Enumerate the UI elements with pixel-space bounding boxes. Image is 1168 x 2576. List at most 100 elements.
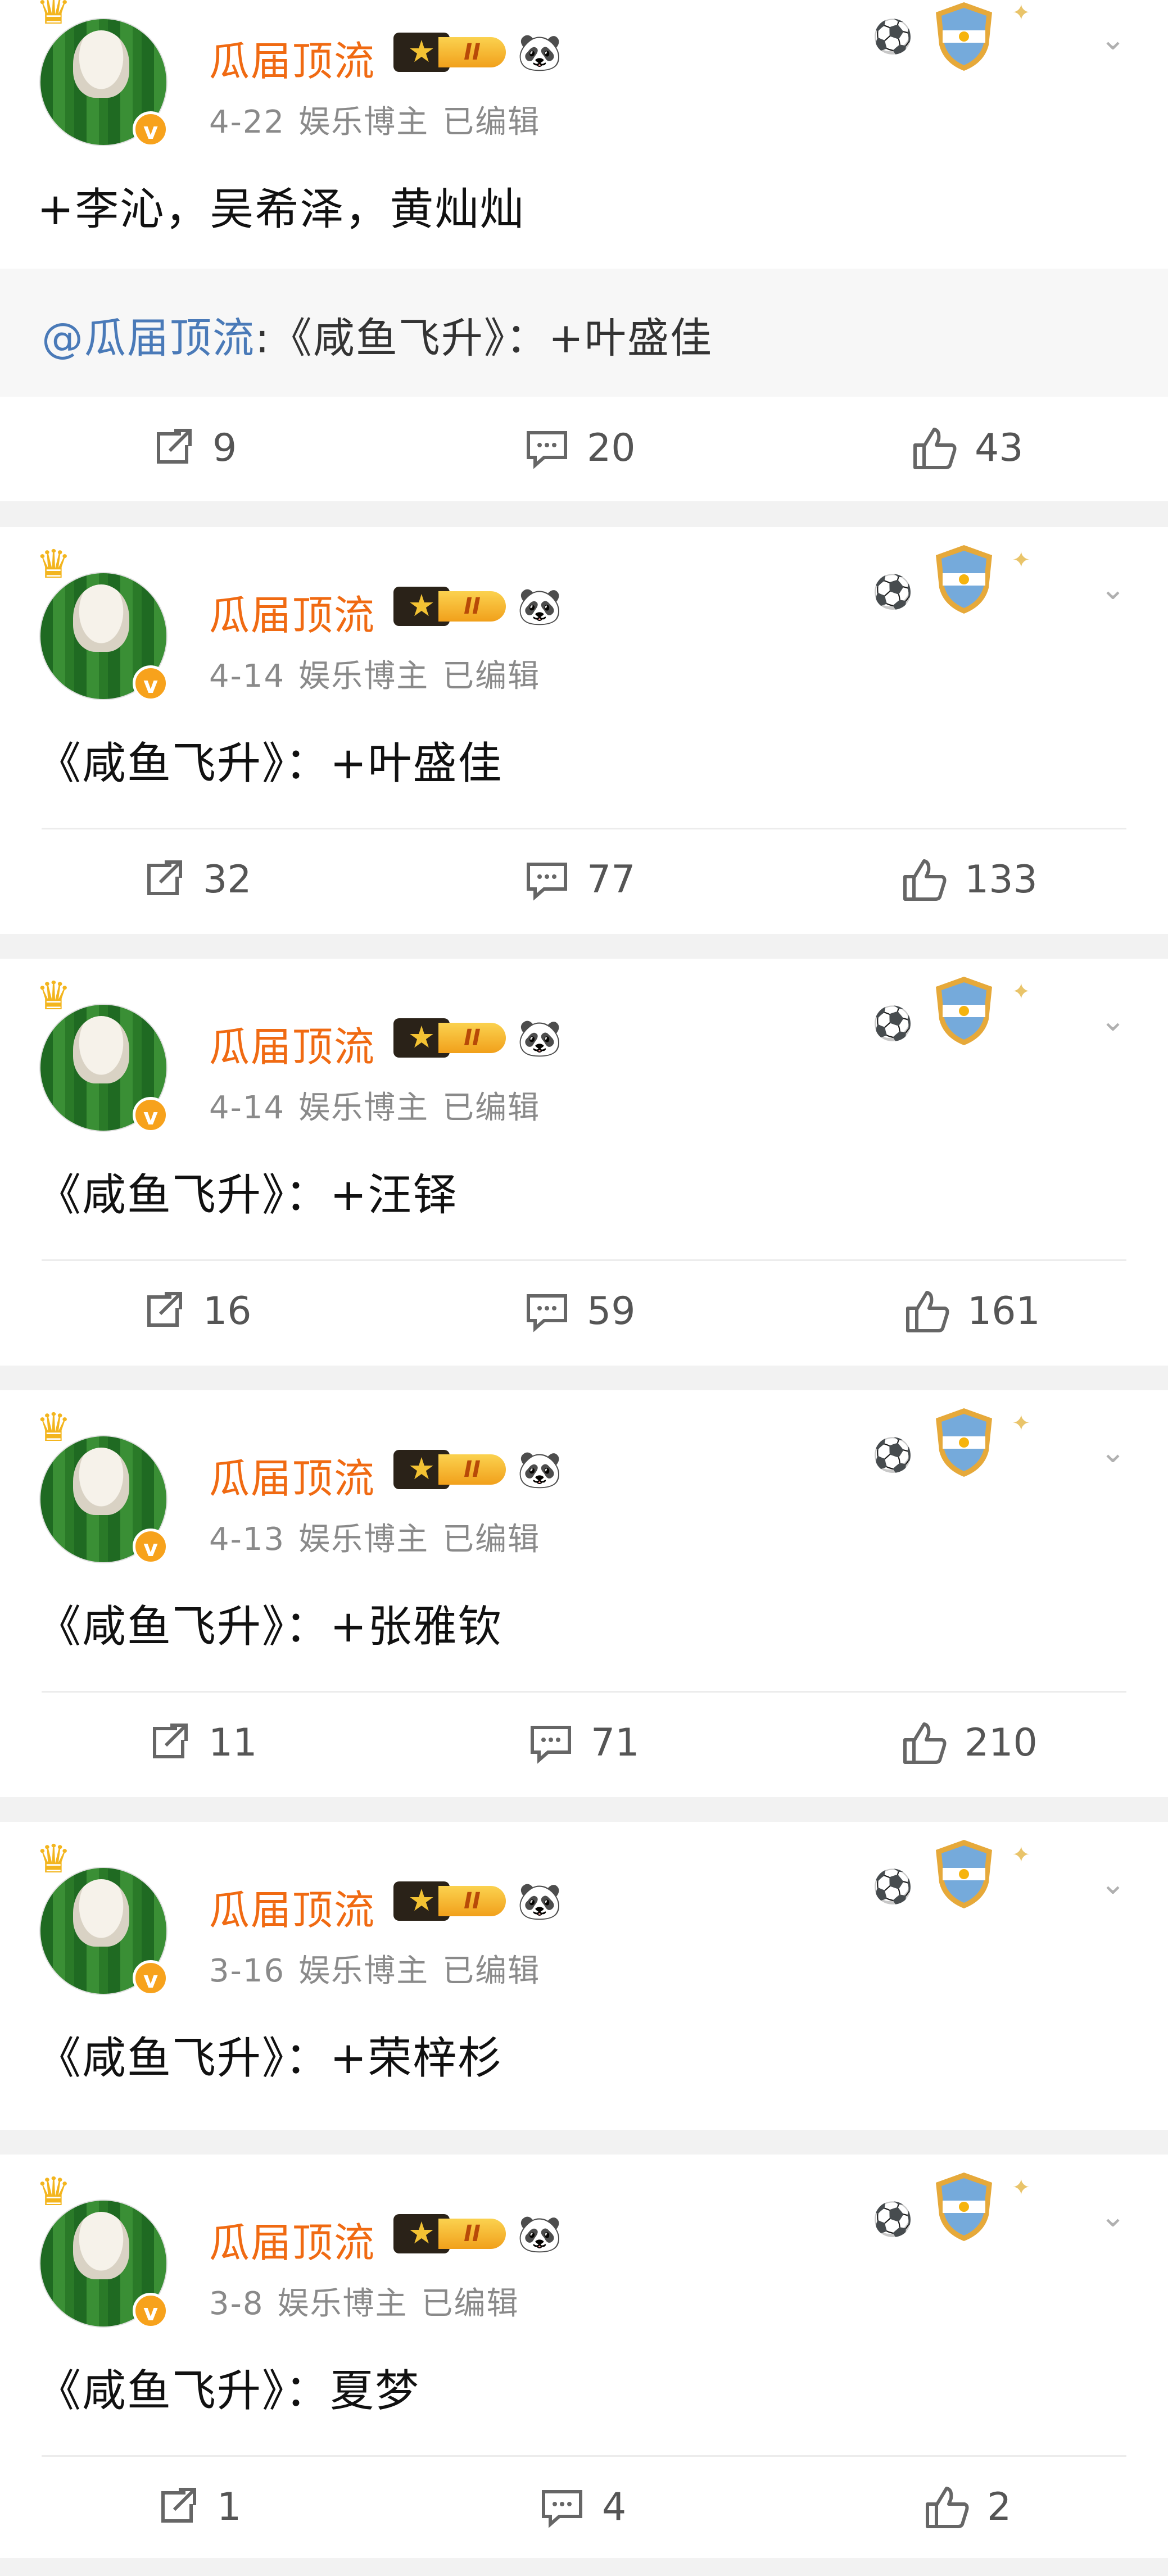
sparkle-icon: ✦: [1012, 1842, 1031, 1868]
post-date: 3-8: [209, 2285, 264, 2322]
soccer-ball-icon[interactable]: ⚽: [872, 1867, 913, 1906]
avatar[interactable]: ♛ v: [36, 0, 169, 147]
comment-count: 4: [602, 2484, 627, 2529]
repost-icon: [138, 1286, 188, 1336]
repost-icon: [143, 1717, 194, 1768]
comment-icon: [522, 423, 572, 473]
like-button[interactable]: 161: [902, 1286, 1040, 1336]
chevron-down-icon[interactable]: ⌄: [1090, 572, 1135, 606]
verified-v-icon: v: [133, 1529, 169, 1564]
post-card[interactable]: ♛ v 瓜届顶流 ★ II 🐼 4-13 娱乐博主 已编辑 ⚽ ✦ ⌄ 《咸鱼飞升》…: [0, 1390, 1168, 1797]
comment-icon: [537, 2482, 587, 2532]
chevron-down-icon[interactable]: ⌄: [1090, 22, 1135, 56]
post-card[interactable]: ♛ v 瓜届顶流 ★ II 🐼 4-22 娱乐博主 已编辑 ⚽ ✦ ⌄ +李沁，吴希…: [0, 0, 1168, 501]
repost-count: 16: [203, 1289, 252, 1334]
author-name[interactable]: 瓜届顶流: [209, 1445, 375, 1504]
chevron-down-icon[interactable]: ⌄: [1090, 1004, 1135, 1037]
comment-button[interactable]: 77: [522, 854, 636, 905]
argentina-shield-badge-icon[interactable]: [930, 1406, 998, 1485]
like-button[interactable]: 210: [899, 1717, 1038, 1768]
soccer-ball-icon[interactable]: ⚽: [872, 572, 913, 611]
like-button[interactable]: 133: [899, 854, 1038, 905]
post-card[interactable]: ♛ v 瓜届顶流 ★ II 🐼 3-16 娱乐博主 已编辑 ⚽ ✦ ⌄ 《咸鱼飞升》…: [0, 1822, 1168, 2130]
argentina-shield-badge-icon[interactable]: [930, 543, 998, 622]
comment-icon: [522, 1286, 572, 1336]
repost-button[interactable]: 1: [152, 2482, 241, 2532]
argentina-shield-badge-icon[interactable]: [930, 0, 998, 79]
avatar[interactable]: ♛ v: [36, 976, 169, 1133]
divider: [42, 1259, 1126, 1261]
level-badge[interactable]: ★ II: [393, 1018, 506, 1058]
post-card[interactable]: ♛ v 瓜届顶流 ★ II 🐼 4-14 娱乐博主 已编辑 ⚽ ✦ ⌄ 《咸鱼飞升》…: [0, 959, 1168, 1366]
panda-icon[interactable]: 🐼: [517, 584, 562, 629]
post-date: 4-22: [209, 104, 286, 140]
author-name[interactable]: 瓜届顶流: [209, 28, 375, 87]
post-text: 《咸鱼飞升》：+荣梓杉: [37, 2033, 503, 2084]
level-badge[interactable]: ★ II: [393, 2214, 506, 2253]
panda-icon[interactable]: 🐼: [517, 1879, 562, 1924]
avatar[interactable]: ♛ v: [36, 1839, 169, 1996]
repost-icon: [152, 2482, 202, 2532]
repost-button[interactable]: 11: [143, 1717, 257, 1768]
thumbs-up-icon: [909, 423, 960, 473]
author-name[interactable]: 瓜届顶流: [209, 582, 375, 641]
soccer-ball-icon[interactable]: ⚽: [872, 1435, 913, 1475]
panda-icon[interactable]: 🐼: [517, 2212, 562, 2257]
edited-label: 已编辑: [442, 1953, 541, 1989]
sparkle-icon: ✦: [1012, 547, 1031, 573]
thumbs-up-icon: [902, 1286, 953, 1336]
crown-icon: ♛: [36, 1404, 71, 1450]
author-tag: 娱乐博主: [277, 2285, 408, 2322]
divider: [42, 2455, 1126, 2457]
comment-count: 77: [587, 857, 636, 902]
comment-button[interactable]: 4: [537, 2482, 626, 2532]
quoted-post[interactable]: @瓜届顶流:《咸鱼飞升》：+叶盛佳: [0, 269, 1168, 397]
comment-button[interactable]: 59: [522, 1286, 636, 1336]
like-button[interactable]: 2: [922, 2482, 1011, 2532]
soccer-ball-icon[interactable]: ⚽: [872, 1004, 913, 1043]
author-name[interactable]: 瓜届顶流: [209, 1014, 375, 1073]
comment-button[interactable]: 20: [522, 423, 636, 473]
repost-count: 1: [217, 2484, 242, 2529]
comment-button[interactable]: 71: [526, 1717, 640, 1768]
post-card[interactable]: ♛ v 瓜届顶流 ★ II 🐼 4-14 娱乐博主 已编辑 ⚽ ✦ ⌄ 《咸鱼飞升》…: [0, 527, 1168, 934]
repost-button[interactable]: 32: [138, 854, 252, 905]
edited-label: 已编辑: [442, 658, 541, 695]
sparkle-icon: ✦: [1012, 0, 1031, 26]
argentina-shield-badge-icon[interactable]: [930, 974, 998, 1053]
argentina-shield-badge-icon[interactable]: [930, 2170, 998, 2249]
author-name[interactable]: 瓜届顶流: [209, 2210, 375, 2269]
repost-button[interactable]: 9: [147, 423, 237, 473]
repost-icon: [138, 854, 188, 905]
crown-icon: ♛: [36, 541, 71, 587]
panda-icon[interactable]: 🐼: [517, 1016, 562, 1061]
mention-link[interactable]: @瓜届顶流: [42, 314, 255, 362]
level-badge[interactable]: ★ II: [393, 587, 506, 626]
soccer-ball-icon[interactable]: ⚽: [872, 17, 913, 56]
level-badge[interactable]: ★ II: [393, 1450, 506, 1489]
avatar[interactable]: ♛ v: [36, 2172, 169, 2329]
verified-v-icon: v: [133, 2293, 169, 2329]
repost-count: 11: [209, 1720, 257, 1765]
avatar[interactable]: ♛ v: [36, 1408, 169, 1564]
post-date: 4-13: [209, 1521, 286, 1558]
post-card[interactable]: ♛ v 瓜届顶流 ★ II 🐼 3-8 娱乐博主 已编辑 ⚽ ✦ ⌄ 《咸鱼飞升》：…: [0, 2155, 1168, 2558]
soccer-ball-icon[interactable]: ⚽: [872, 2199, 913, 2239]
verified-v-icon: v: [133, 1097, 169, 1133]
argentina-shield-badge-icon[interactable]: [930, 1838, 998, 1916]
repost-button[interactable]: 16: [138, 1286, 252, 1336]
chevron-down-icon[interactable]: ⌄: [1090, 1435, 1135, 1469]
level-badge[interactable]: ★ II: [393, 33, 506, 72]
post-text: 《咸鱼飞升》：+叶盛佳: [37, 738, 503, 789]
chevron-down-icon[interactable]: ⌄: [1090, 2199, 1135, 2233]
author-name[interactable]: 瓜届顶流: [209, 1877, 375, 1936]
post-meta: 4-22 娱乐博主 已编辑: [209, 97, 554, 142]
post-text: 《咸鱼飞升》：+张雅钦: [37, 1602, 503, 1652]
panda-icon[interactable]: 🐼: [517, 30, 562, 75]
level-badge[interactable]: ★ II: [393, 1881, 506, 1921]
verified-v-icon: v: [133, 665, 169, 701]
like-button[interactable]: 43: [909, 423, 1024, 473]
panda-icon[interactable]: 🐼: [517, 1448, 562, 1493]
chevron-down-icon[interactable]: ⌄: [1090, 1867, 1135, 1901]
avatar[interactable]: ♛ v: [36, 545, 169, 701]
